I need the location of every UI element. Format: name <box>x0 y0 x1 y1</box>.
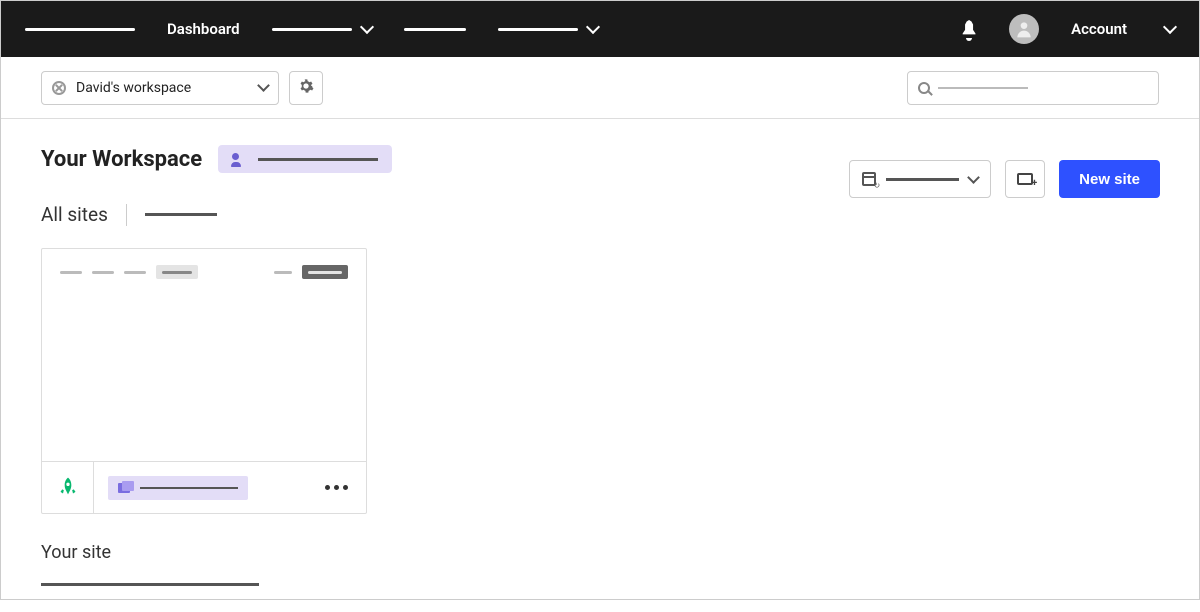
chevron-down-icon <box>586 20 600 34</box>
sites-header: All sites <box>41 203 1159 226</box>
actions-row: New site <box>849 160 1160 198</box>
new-site-button[interactable]: New site <box>1059 160 1160 198</box>
members-pill[interactable] <box>218 145 392 173</box>
bell-icon <box>961 20 977 38</box>
all-sites-title: All sites <box>41 203 108 226</box>
add-card-icon <box>1017 173 1033 185</box>
calendar-icon <box>862 172 876 186</box>
nav-item-4-label <box>498 28 578 31</box>
gear-icon <box>298 78 314 98</box>
workspace-selector[interactable]: David's workspace <box>41 71 279 105</box>
account-label: Account <box>1071 20 1127 38</box>
nav-item-4[interactable] <box>498 26 598 32</box>
brand-logo[interactable] <box>25 28 135 31</box>
person-icon <box>1014 19 1034 39</box>
site-name <box>140 487 238 489</box>
subbar: David's workspace <box>1 57 1199 119</box>
members-label <box>258 158 378 161</box>
top-nav: Dashboard Account <box>1 1 1199 57</box>
divider <box>126 204 127 226</box>
preview-pill-dark <box>302 265 348 279</box>
nav-dashboard[interactable]: Dashboard <box>167 20 240 38</box>
nav-item-2[interactable] <box>272 26 372 32</box>
site-more-button[interactable] <box>316 485 356 490</box>
account-menu[interactable]: Account <box>1071 20 1127 38</box>
site-name-pill[interactable] <box>108 476 248 500</box>
sites-subtitle <box>145 213 217 216</box>
search-icon <box>918 82 930 94</box>
date-label <box>886 178 959 181</box>
search-box[interactable] <box>907 71 1159 105</box>
chevron-down-icon <box>257 79 270 92</box>
chevron-down-icon <box>967 171 980 184</box>
notifications-button[interactable] <box>961 20 977 38</box>
more-icon <box>325 485 330 490</box>
workspace-title: Your Workspace <box>41 147 202 172</box>
search-placeholder <box>938 87 1028 89</box>
workspace-settings-button[interactable] <box>289 71 323 105</box>
add-card-button[interactable] <box>1005 160 1045 198</box>
preview-nav <box>60 265 348 279</box>
folder-icon <box>118 483 130 493</box>
site-card[interactable] <box>41 248 367 514</box>
chevron-down-icon <box>360 20 374 34</box>
chevron-down-icon[interactable] <box>1163 20 1177 34</box>
workspace-icon <box>52 81 66 95</box>
preview-item <box>274 271 292 274</box>
nav-item-2-label <box>272 28 352 31</box>
bell-icon <box>966 38 972 41</box>
avatar[interactable] <box>1009 14 1039 44</box>
main-content: Your Workspace New site All sites <box>1 119 1199 612</box>
rocket-icon <box>58 475 78 501</box>
preview-item <box>92 271 114 274</box>
people-icon <box>232 153 248 165</box>
new-site-label: New site <box>1079 171 1140 188</box>
section-divider <box>41 583 259 586</box>
more-icon <box>343 485 348 490</box>
nav-dashboard-label: Dashboard <box>167 20 240 38</box>
more-icon <box>334 485 339 490</box>
your-site-title: Your site <box>41 542 1159 563</box>
preview-item <box>60 271 82 274</box>
site-card-footer <box>42 461 366 513</box>
preview-pill <box>156 265 198 279</box>
nav-item-3[interactable] <box>404 28 466 31</box>
nav-item-3-label <box>404 28 466 31</box>
date-selector[interactable] <box>849 160 991 198</box>
preview-item <box>124 271 146 274</box>
site-preview <box>42 249 366 461</box>
workspace-name: David's workspace <box>76 80 249 96</box>
site-status[interactable] <box>42 462 94 514</box>
